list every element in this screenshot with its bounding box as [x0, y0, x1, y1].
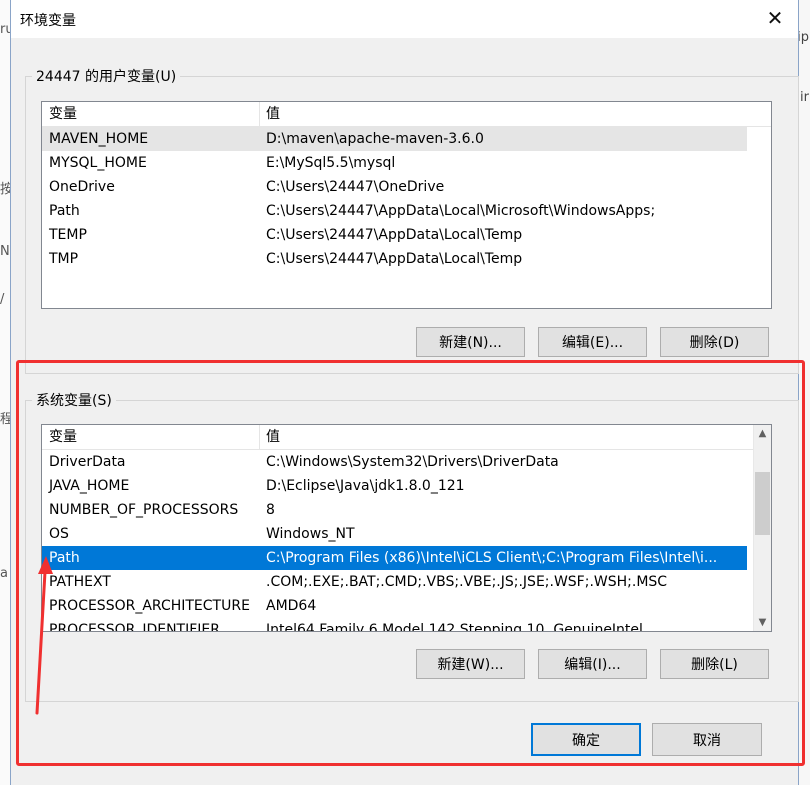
scroll-down-arrow-icon[interactable]: ▼	[754, 614, 771, 631]
scrollbar-thumb[interactable]	[755, 472, 770, 535]
column-header-variable[interactable]: 变量	[42, 425, 259, 449]
list-row[interactable]: OneDrive C:\Users\24447\OneDrive	[42, 175, 771, 199]
variable-value: E:\MySql5.5\mysql	[266, 155, 396, 171]
list-row[interactable]: TEMP C:\Users\24447\AppData\Local\Temp	[42, 223, 771, 247]
user-variables-list[interactable]: 变量 值 MAVEN_HOME D:\maven\apache-maven-3.…	[41, 101, 772, 309]
variable-value: C:\Windows\System32\Drivers\DriverData	[266, 454, 559, 470]
cancel-button[interactable]: 取消	[652, 723, 762, 756]
close-icon: ✕	[766, 6, 784, 30]
user-edit-button[interactable]: 编辑(E)...	[538, 327, 647, 357]
variable-value: D:\maven\apache-maven-3.6.0	[266, 131, 484, 147]
variable-name: MAVEN_HOME	[49, 131, 149, 147]
list-header: 变量 值	[42, 425, 753, 450]
variable-name: TEMP	[49, 227, 87, 243]
variable-name: PROCESSOR_IDENTIFIER	[49, 622, 220, 632]
variable-name: NUMBER_OF_PROCESSORS	[49, 502, 239, 518]
user-delete-button[interactable]: 删除(D)	[660, 327, 769, 357]
ok-button[interactable]: 确定	[531, 723, 641, 756]
variable-name: MYSQL_HOME	[49, 155, 147, 171]
list-row[interactable]: Path C:\Users\24447\AppData\Local\Micros…	[42, 199, 771, 223]
variable-value: C:\Users\24447\AppData\Local\Temp	[266, 227, 523, 243]
background-text: ir	[800, 90, 809, 105]
list-row[interactable]: TMP C:\Users\24447\AppData\Local\Temp	[42, 247, 771, 271]
variable-name: Path	[49, 203, 80, 219]
system-new-button[interactable]: 新建(W)...	[416, 649, 525, 679]
title-bar[interactable]: 环境变量 ✕	[11, 0, 798, 38]
variable-name: PATHEXT	[49, 574, 111, 590]
variable-value: C:\Users\24447\OneDrive	[266, 179, 445, 195]
list-row[interactable]: MAVEN_HOME D:\maven\apache-maven-3.6.0	[42, 127, 747, 151]
variable-value: C:\Users\24447\AppData\Local\Temp	[266, 251, 523, 267]
column-header-value[interactable]: 值	[259, 102, 280, 126]
column-header-variable[interactable]: 变量	[42, 102, 259, 126]
variable-name: TMP	[49, 251, 79, 267]
system-variables-legend: 系统变量(S)	[36, 393, 112, 409]
list-header: 变量 值	[42, 102, 771, 127]
variable-value: C:\Users\24447\AppData\Local\Microsoft\W…	[266, 203, 656, 219]
system-delete-button[interactable]: 删除(L)	[660, 649, 769, 679]
variable-name: OS	[49, 526, 69, 542]
variable-value: Intel64 Family 6 Model 142 Stepping 10, …	[266, 622, 643, 632]
user-variables-legend: 24447 的用户变量(U)	[36, 69, 177, 85]
variable-name: PROCESSOR_ARCHITECTURE	[49, 598, 250, 614]
background-text: /	[0, 292, 5, 307]
variable-value: AMD64	[266, 598, 317, 614]
variable-name: DriverData	[49, 454, 126, 470]
dialog-title: 环境变量	[20, 13, 76, 29]
list-row[interactable]: OS Windows_NT	[42, 522, 771, 546]
list-row-selected[interactable]: Path C:\Program Files (x86)\Intel\iCLS C…	[42, 546, 747, 570]
list-row[interactable]: MYSQL_HOME E:\MySql5.5\mysql	[42, 151, 771, 175]
vertical-scrollbar[interactable]: ▲ ▼	[753, 425, 771, 631]
variable-name: Path	[49, 550, 80, 566]
column-header-value[interactable]: 值	[259, 425, 280, 449]
variable-value: 8	[266, 502, 275, 518]
background-text: a	[0, 566, 8, 581]
system-variables-list[interactable]: 变量 值 DriverData C:\Windows\System32\Driv…	[41, 424, 772, 632]
list-row[interactable]: PROCESSOR_ARCHITECTURE AMD64	[42, 594, 771, 618]
variable-value: .COM;.EXE;.BAT;.CMD;.VBS;.VBE;.JS;.JSE;.…	[266, 574, 668, 590]
variable-value: D:\Eclipse\Java\jdk1.8.0_121	[266, 478, 465, 494]
variable-name: OneDrive	[49, 179, 115, 195]
background-text: N	[0, 244, 10, 259]
system-edit-button[interactable]: 编辑(I)...	[538, 649, 647, 679]
scroll-up-arrow-icon[interactable]: ▲	[754, 425, 771, 442]
list-row[interactable]: PROCESSOR_IDENTIFIER Intel64 Family 6 Mo…	[42, 618, 771, 632]
list-row[interactable]: NUMBER_OF_PROCESSORS 8	[42, 498, 771, 522]
variable-value: C:\Program Files (x86)\Intel\iCLS Client…	[266, 550, 718, 566]
user-new-button[interactable]: 新建(N)...	[416, 327, 525, 357]
variable-name: JAVA_HOME	[49, 478, 130, 494]
list-row[interactable]: DriverData C:\Windows\System32\Drivers\D…	[42, 450, 771, 474]
list-row[interactable]: JAVA_HOME D:\Eclipse\Java\jdk1.8.0_121	[42, 474, 771, 498]
environment-variables-dialog: 环境变量 ✕ 24447 的用户变量(U) 变量 值 MAVEN_HOME D:…	[10, 0, 799, 785]
close-button[interactable]: ✕	[752, 0, 798, 36]
variable-value: Windows_NT	[266, 526, 355, 542]
list-row[interactable]: PATHEXT .COM;.EXE;.BAT;.CMD;.VBS;.VBE;.J…	[42, 570, 771, 594]
